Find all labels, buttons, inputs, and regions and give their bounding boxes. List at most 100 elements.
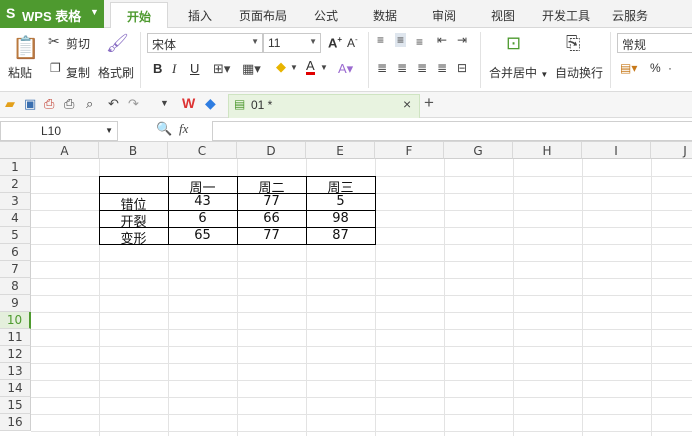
tab-data[interactable]: 数据 — [373, 7, 397, 24]
row-header[interactable]: 13 — [0, 363, 31, 380]
tab-cloud-service[interactable]: 云服务 — [612, 7, 648, 24]
table-row-label[interactable]: 错位 — [99, 193, 168, 213]
cloud-cube-icon[interactable]: ◆ — [205, 95, 216, 112]
undo-icon[interactable]: ↶ — [108, 96, 119, 112]
select-all-corner[interactable] — [0, 142, 31, 159]
column-header[interactable]: C — [168, 142, 237, 159]
align-left-icon[interactable]: ≣ — [377, 61, 387, 75]
column-header[interactable]: H — [513, 142, 582, 159]
chevron-down-icon[interactable]: ▼ — [105, 126, 113, 135]
table-cell[interactable]: 77 — [237, 193, 306, 210]
table-cell[interactable]: 65 — [168, 227, 237, 244]
column-header[interactable]: A — [31, 142, 99, 159]
row-header[interactable]: 1 — [0, 159, 31, 176]
justify-icon[interactable]: ≣ — [437, 61, 447, 75]
border-icon[interactable]: ⊞▾ — [213, 61, 230, 77]
save-icon[interactable]: ▣ — [24, 96, 36, 112]
row-header[interactable]: 16 — [0, 414, 31, 431]
increase-font-icon[interactable]: A+ — [328, 35, 342, 50]
tab-formulas[interactable]: 公式 — [314, 7, 338, 24]
redo-icon[interactable]: ↷ — [128, 96, 139, 112]
export-pdf-icon[interactable]: ⎙ — [44, 96, 54, 112]
column-header[interactable]: F — [375, 142, 444, 159]
tab-home[interactable]: 开始 — [110, 2, 168, 29]
font-name-select[interactable]: 宋体 ▼ — [147, 33, 263, 53]
number-format-select[interactable]: 常规 — [617, 33, 692, 53]
indent-increase-icon[interactable]: ⇥ — [457, 33, 467, 47]
tab-page-layout[interactable]: 页面布局 — [239, 7, 287, 24]
table-cell[interactable]: 6 — [168, 210, 237, 227]
insert-function-button[interactable]: fx — [179, 121, 188, 137]
row-header[interactable]: 8 — [0, 278, 31, 295]
column-header[interactable]: I — [582, 142, 651, 159]
row-header[interactable]: 3 — [0, 193, 31, 210]
percent-button[interactable]: % — [650, 61, 661, 75]
format-painter-button[interactable]: 格式刷 — [98, 64, 134, 81]
tab-view[interactable]: 视图 — [491, 7, 515, 24]
paste-button[interactable]: 粘贴 — [8, 64, 32, 81]
new-tab-plus-icon[interactable]: + — [424, 93, 434, 113]
align-center-icon[interactable]: ≣ — [397, 61, 407, 75]
cell-style-icon[interactable]: ▦▾ — [242, 61, 261, 77]
align-right-icon[interactable]: ≣ — [417, 61, 427, 75]
chevron-down-icon[interactable]: ▼ — [160, 98, 169, 108]
wps-brand-icon[interactable]: W — [182, 95, 195, 111]
column-header[interactable]: G — [444, 142, 513, 159]
align-middle-icon[interactable]: ≡ — [395, 33, 407, 47]
paste-icon[interactable]: 📋 — [12, 35, 39, 61]
row-header[interactable]: 9 — [0, 295, 31, 312]
tab-developer[interactable]: 开发工具 — [542, 7, 590, 24]
table-cell[interactable]: 77 — [237, 227, 306, 244]
wrap-text-button[interactable]: 自动换行 — [555, 64, 603, 81]
table-cell[interactable]: 5 — [306, 193, 375, 210]
table-header-cell[interactable]: 周一 — [168, 176, 237, 196]
row-header[interactable]: 11 — [0, 329, 31, 346]
formula-input[interactable] — [212, 121, 692, 141]
merge-cells-icon[interactable]: ⊡ — [506, 33, 521, 54]
underline-button[interactable]: U — [190, 61, 199, 76]
tab-insert[interactable]: 插入 — [188, 7, 212, 24]
close-icon[interactable]: × — [403, 96, 411, 112]
chevron-down-icon[interactable]: ▼ — [320, 63, 328, 72]
app-menu-button[interactable]: S WPS 表格 ▼ — [0, 0, 104, 28]
tab-review[interactable]: 审阅 — [432, 7, 456, 24]
copy-button[interactable]: 复制 — [66, 64, 90, 81]
cut-button[interactable]: 剪切 — [66, 35, 90, 52]
currency-icon[interactable]: ▤▾ — [620, 61, 637, 75]
clear-format-icon[interactable]: A▾ — [338, 61, 353, 77]
wrap-text-icon[interactable]: ⎘ — [566, 33, 580, 54]
table-header-cell[interactable]: 周二 — [237, 176, 306, 196]
merge-center-button[interactable]: 合并居中 ▼ — [489, 64, 548, 81]
zoom-icon[interactable]: 🔍 — [156, 121, 172, 137]
indent-decrease-icon[interactable]: ⇤ — [437, 33, 447, 47]
name-box[interactable]: L10 ▼ — [0, 121, 118, 141]
row-header[interactable]: 14 — [0, 380, 31, 397]
fill-color-icon[interactable]: ◆ — [276, 59, 286, 75]
table-row-label[interactable]: 开裂 — [99, 210, 168, 230]
column-header[interactable]: B — [99, 142, 168, 159]
table-cell[interactable]: 98 — [306, 210, 375, 227]
table-cell[interactable]: 66 — [237, 210, 306, 227]
table-cell[interactable]: 87 — [306, 227, 375, 244]
row-header[interactable]: 2 — [0, 176, 31, 193]
row-header[interactable]: 7 — [0, 261, 31, 278]
open-folder-icon[interactable]: ▰ — [5, 96, 15, 112]
table-row-label[interactable]: 变形 — [99, 227, 168, 247]
align-top-icon[interactable]: ≡ — [377, 33, 384, 47]
row-header[interactable]: 4 — [0, 210, 31, 227]
decrease-font-icon[interactable]: A- — [347, 35, 358, 50]
column-header[interactable]: E — [306, 142, 375, 159]
font-size-select[interactable]: 11 ▼ — [263, 33, 321, 53]
distributed-icon[interactable]: ⊟ — [457, 61, 467, 75]
row-header[interactable]: 6 — [0, 244, 31, 261]
print-preview-icon[interactable]: ⌕ — [86, 96, 93, 112]
row-header[interactable]: 12 — [0, 346, 31, 363]
row-header[interactable]: 10 — [0, 312, 31, 329]
comma-style-icon[interactable]: · — [668, 61, 672, 75]
table-cell[interactable]: 43 — [168, 193, 237, 210]
bold-button[interactable]: B — [153, 61, 162, 76]
row-header[interactable]: 15 — [0, 397, 31, 414]
document-tab[interactable]: ▤ 01 * × — [228, 94, 420, 118]
print-icon[interactable]: ⎙ — [64, 96, 74, 112]
table-header-cell[interactable]: 周三 — [306, 176, 375, 196]
